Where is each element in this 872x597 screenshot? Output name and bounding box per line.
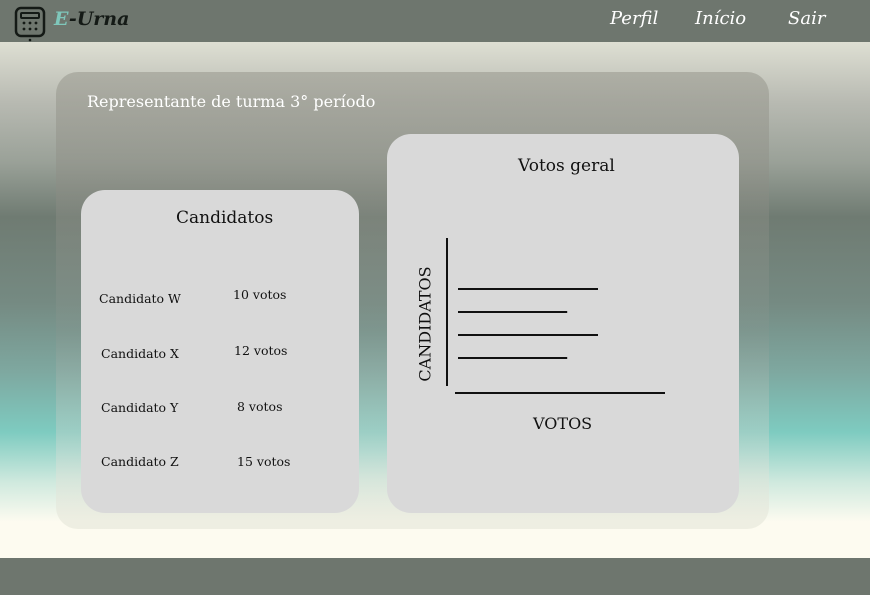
candidate-name: Candidato Y (101, 400, 179, 415)
candidate-votes: 12 votos (234, 343, 288, 358)
candidate-name: Candidato W (99, 291, 181, 306)
chart-y-axis-label: CANDIDATOS (415, 266, 435, 382)
footer-bar (0, 558, 870, 595)
candidate-votes: 10 votos (233, 287, 287, 302)
nav-link-sair[interactable]: Sair (788, 8, 825, 29)
page-title: Representante de turma 3° período (87, 92, 376, 111)
candidate-votes: 8 votos (237, 399, 283, 414)
candidate-votes: 15 votos (237, 454, 291, 469)
brand-suffix: -Urna (68, 8, 130, 30)
candidates-card-title: Candidatos (176, 208, 274, 228)
brand-logo-text: E-Urna (54, 8, 129, 30)
candidate-name: Candidato X (101, 346, 179, 361)
votes-chart-title: Votos geral (518, 156, 615, 176)
app-frame: E-Urna Perfil Início Sair Representante … (0, 0, 870, 595)
brand-prefix: E (54, 8, 69, 30)
calculator-icon (14, 6, 46, 42)
votes-chart-card (387, 134, 739, 513)
nav-link-perfil[interactable]: Perfil (610, 8, 658, 29)
candidate-name: Candidato Z (101, 454, 179, 469)
nav-link-inicio[interactable]: Início (695, 8, 746, 29)
top-navbar: E-Urna Perfil Início Sair (0, 0, 870, 42)
chart-x-axis-label: VOTOS (533, 414, 593, 433)
